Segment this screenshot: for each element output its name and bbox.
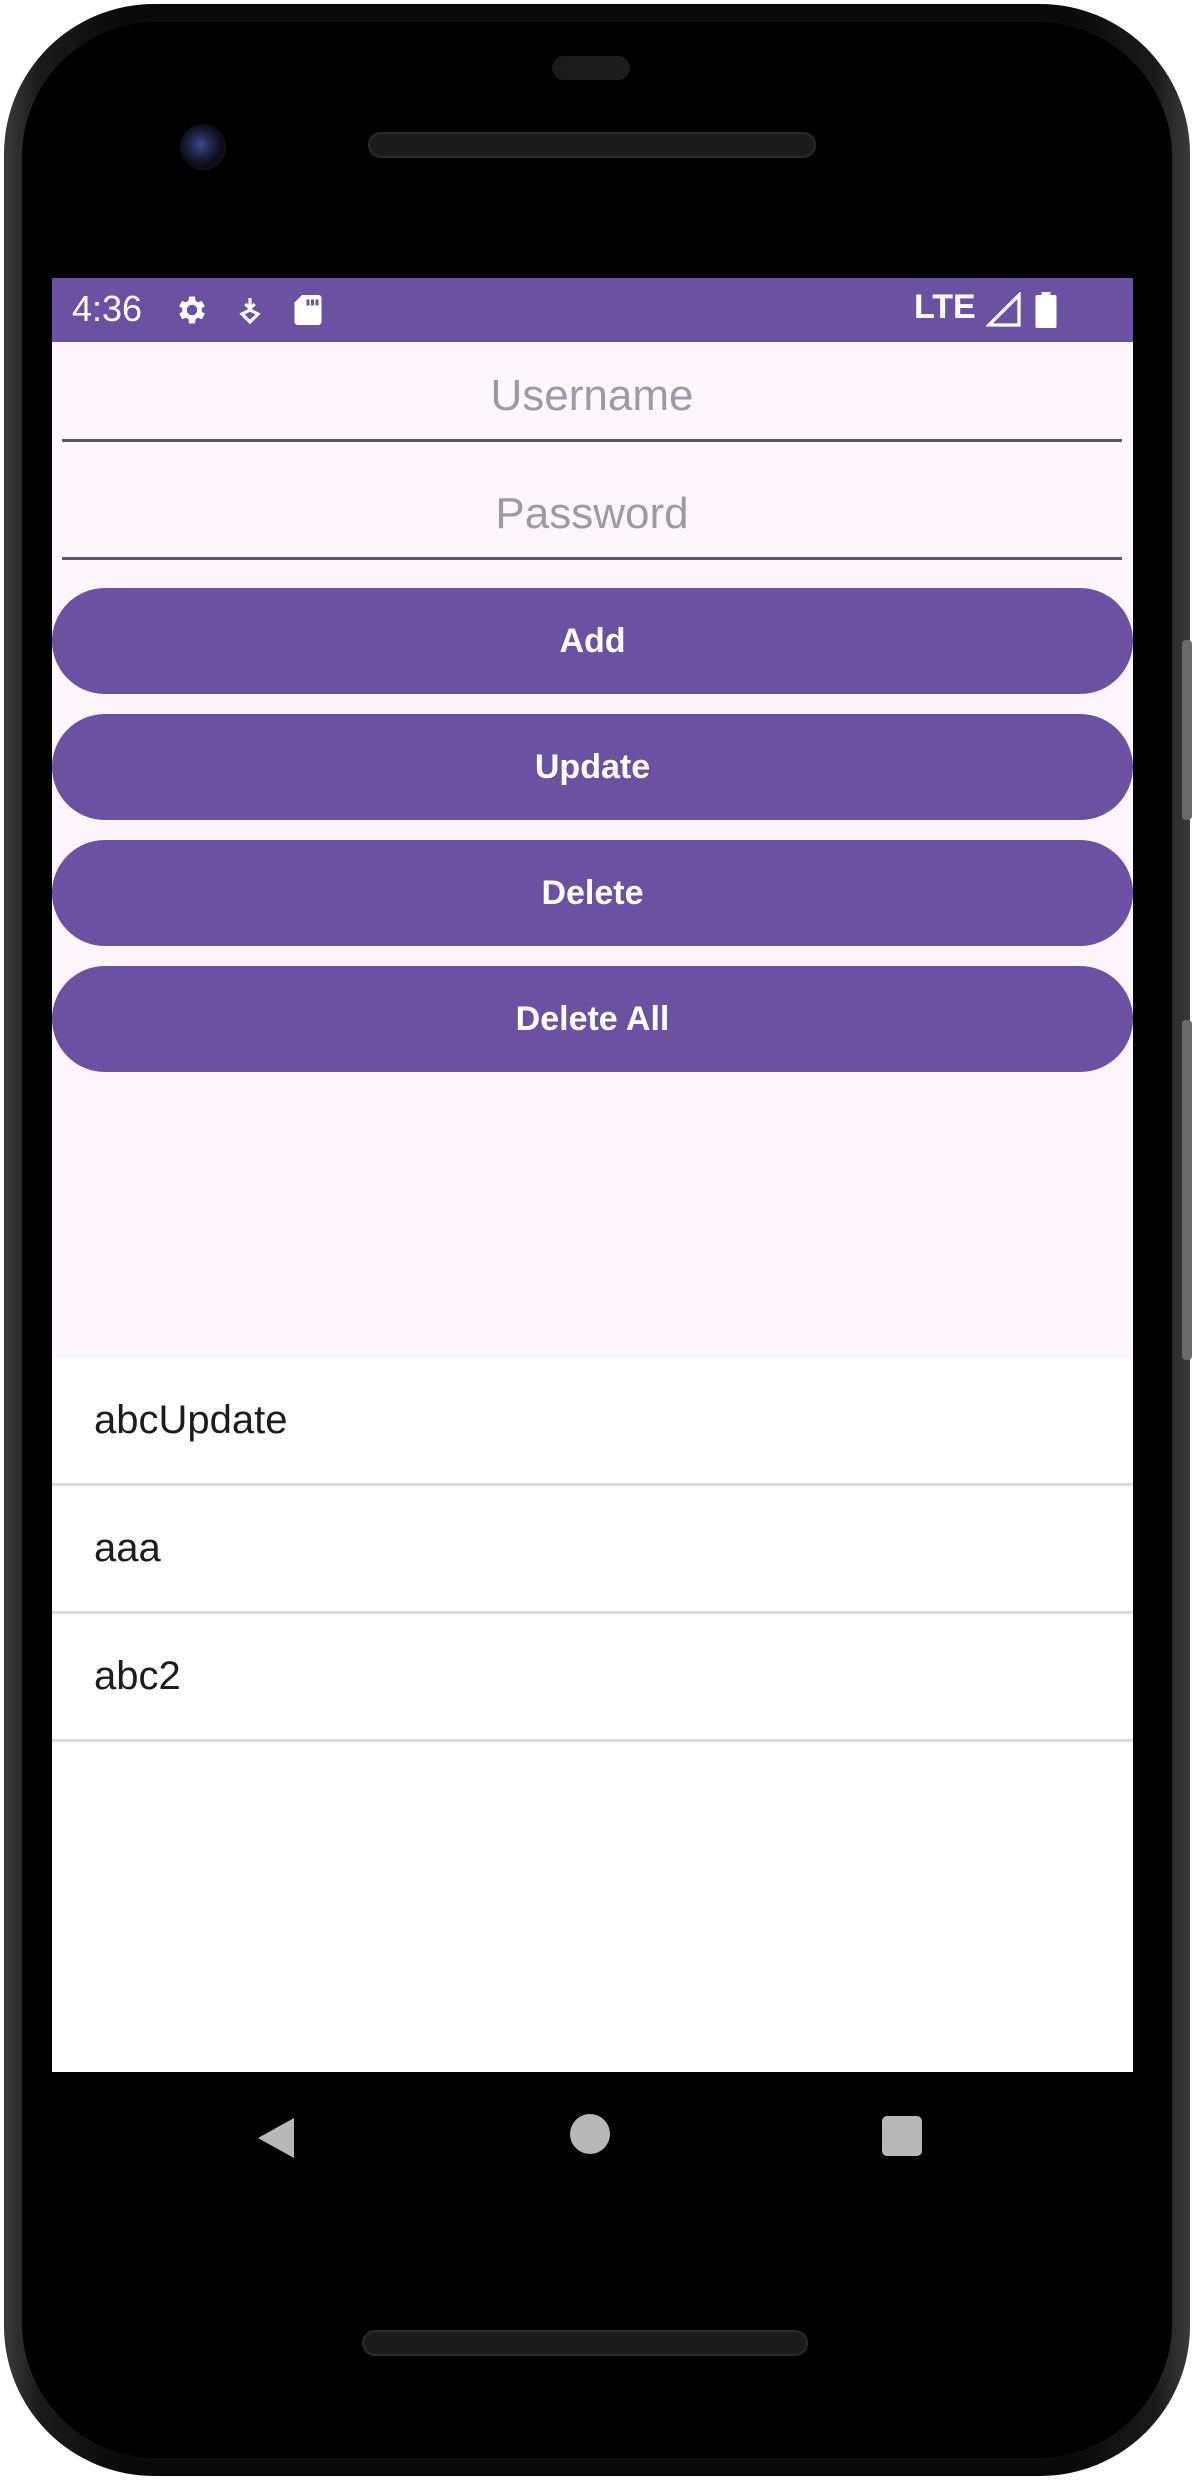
list-item[interactable]: aaa [52,1486,1133,1614]
delete-all-button[interactable]: Delete All [52,966,1133,1072]
username-field-container [62,352,1122,448]
form-area: Add Update Delete Delete All [52,342,1133,1358]
sd-card-icon [294,295,322,325]
home-nav-icon[interactable] [570,2114,610,2154]
battery-icon [1035,292,1057,328]
add-button[interactable]: Add [52,588,1133,694]
phone-frame: 4:36 LTE Add [0,0,1194,2480]
recents-nav-icon[interactable] [882,2116,922,2156]
back-nav-icon[interactable] [256,2116,296,2160]
signal-icon [986,292,1021,327]
download-icon [239,298,261,325]
password-field[interactable] [62,470,1122,560]
network-type: LTE [914,288,976,326]
list-item[interactable]: abc2 [52,1614,1133,1742]
volume-button [1182,640,1192,820]
status-bar: 4:36 LTE [52,278,1133,342]
update-button[interactable]: Update [52,714,1133,820]
password-field-container [62,470,1122,566]
status-time: 4:36 [72,288,143,329]
user-list: abcUpdate aaa abc2 [52,1358,1133,1742]
gear-icon [179,296,205,324]
front-camera [180,124,226,170]
top-speaker-grille [368,132,816,158]
bottom-speaker-grille [362,2330,808,2356]
delete-button[interactable]: Delete [52,840,1133,946]
earpiece [552,56,630,80]
username-field[interactable] [62,352,1122,442]
app-screen: 4:36 LTE Add [52,278,1133,2072]
list-item[interactable]: abcUpdate [52,1358,1133,1486]
power-button [1182,1020,1192,1360]
